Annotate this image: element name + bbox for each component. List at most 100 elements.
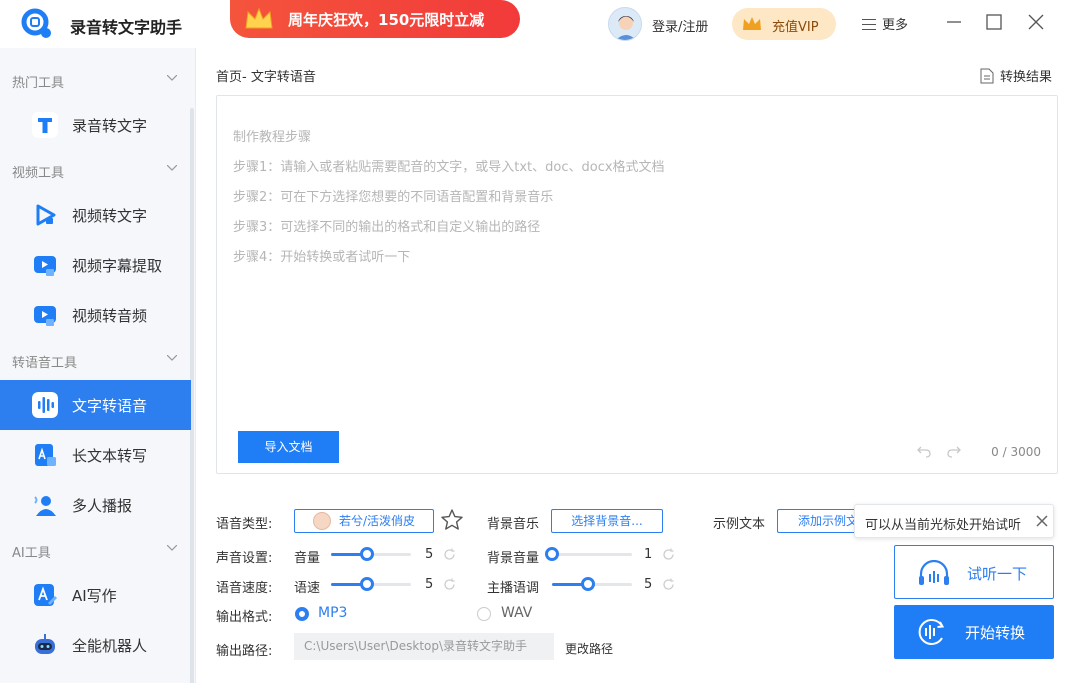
title-bar: 录音转文字助手 周年庆狂欢，150元限时立减 登录/注册 充值VIP 更多 (0, 0, 1069, 48)
chevron-down-icon (167, 75, 177, 81)
close-icon[interactable] (1026, 12, 1046, 32)
sidebar-group-hot[interactable]: 热门工具 (12, 72, 177, 91)
output-format-label: 输出格式: (216, 610, 273, 625)
subtitle-extract-icon (34, 256, 56, 276)
reset-icon[interactable] (662, 578, 675, 591)
promo-banner[interactable]: 周年庆狂欢，150元限时立减 (200, 0, 520, 38)
text-input-area[interactable]: 制作教程步骤 步骤1：请输入或者粘贴需要配音的文字，或导入txt、doc、doc… (216, 95, 1058, 474)
start-convert-button[interactable]: 开始转换 (894, 605, 1054, 659)
mp3-label[interactable]: MP3 (318, 605, 347, 621)
star-favorite-icon[interactable] (440, 508, 464, 532)
user-avatar[interactable] (608, 7, 642, 41)
sidebar-group-label: 视频工具 (12, 166, 65, 181)
chevron-down-icon (167, 545, 177, 551)
change-path-button[interactable]: 更改路径 (565, 640, 613, 657)
slider-handle[interactable] (360, 577, 374, 591)
wav-radio[interactable] (477, 607, 491, 621)
sidebar-item-video-to-text[interactable]: 视频转文字 (0, 190, 191, 240)
mp3-radio[interactable] (295, 607, 309, 621)
voice-avatar-icon (313, 512, 331, 530)
sidebar-item-label: AI写作 (72, 587, 117, 605)
sidebar-group-video[interactable]: 视频工具 (12, 162, 177, 181)
conversion-result-button[interactable]: 转换结果 (980, 66, 1052, 85)
menu-icon (862, 19, 876, 30)
promo-text[interactable]: 周年庆狂欢，150元限时立减 (288, 9, 484, 30)
voice-name: 若兮/活泼俏皮 (339, 514, 416, 528)
tooltip-text: 可以从当前光标处开始试听 (865, 518, 1022, 533)
pitch-slider[interactable] (552, 577, 632, 591)
reset-icon[interactable] (443, 548, 456, 561)
rate-value: 5 (425, 577, 434, 592)
avatar-icon (615, 16, 637, 40)
long-text-icon (35, 444, 56, 466)
vip-button[interactable]: 充值VIP (732, 8, 836, 40)
sidebar-item-label: 视频转文字 (72, 207, 148, 225)
breadcrumb: 首页- 文字转语音 (216, 70, 316, 85)
sidebar-item-text-to-speech[interactable]: 文字转语音 (0, 380, 191, 430)
ai-write-icon (34, 584, 58, 606)
undo-icon[interactable] (917, 444, 931, 458)
video-play-icon (36, 204, 56, 226)
sidebar-item-multi-broadcast[interactable]: 多人播报 (0, 480, 191, 530)
sidebar-item-long-text[interactable]: 长文本转写 (0, 430, 191, 480)
speech-speed-label: 语音速度: (216, 581, 273, 596)
listen-label: 试听一下 (967, 565, 1028, 583)
more-menu-button[interactable]: 更多 (862, 14, 908, 33)
rate-label: 语速 (294, 581, 321, 596)
sample-text-label: 示例文本 (713, 517, 766, 532)
sidebar-group-label: 转语音工具 (12, 356, 78, 371)
document-icon (980, 68, 994, 84)
bg-volume-label: 背景音量 (487, 551, 540, 566)
guide-line: 步骤1：请输入或者粘贴需要配音的文字，或导入txt、doc、docx格式文档 (233, 160, 665, 175)
redo-icon[interactable] (947, 444, 961, 458)
soundwave-icon (32, 392, 58, 418)
output-path-field[interactable]: C:\Users\User\Desktop\录音转文字助手 (294, 633, 554, 660)
sidebar-item-label: 录音转文字 (72, 117, 148, 135)
volume-label: 音量 (294, 551, 321, 566)
bg-volume-value: 1 (644, 547, 653, 562)
headphones-icon (919, 560, 949, 585)
sidebar-item-subtitle-extract[interactable]: 视频字幕提取 (0, 240, 191, 290)
sidebar-item-robot[interactable]: 全能机器人 (0, 620, 191, 670)
text-t-icon (32, 112, 58, 138)
maximize-icon[interactable] (984, 12, 1004, 32)
reset-icon[interactable] (662, 548, 675, 561)
listen-button[interactable]: 试听一下 (894, 545, 1054, 599)
output-path-label: 输出路径: (216, 644, 273, 659)
voice-type-button[interactable]: 若兮/活泼俏皮 (294, 509, 434, 533)
sidebar-item-audio-to-text[interactable]: 录音转文字 (0, 100, 191, 150)
guide-line: 制作教程步骤 (233, 130, 312, 145)
conversion-result-label: 转换结果 (1000, 70, 1053, 85)
add-sample-text-button[interactable]: 添加示例文本 (777, 509, 855, 533)
app-title: 录音转文字助手 (70, 18, 183, 37)
bg-volume-slider[interactable] (545, 547, 632, 561)
sidebar-group-tts[interactable]: 转语音工具 (12, 352, 177, 371)
background-music-label: 背景音乐 (487, 517, 540, 532)
sidebar-item-video-to-audio[interactable]: 视频转音频 (0, 290, 191, 340)
sidebar-group-label: 热门工具 (12, 76, 65, 91)
minimize-icon[interactable] (944, 12, 964, 32)
close-icon[interactable] (1036, 515, 1048, 527)
guide-line: 步骤3：可选择不同的输出的格式和自定义输出的路径 (233, 220, 541, 235)
slider-handle[interactable] (545, 547, 559, 561)
sound-settings-label: 声音设置: (216, 551, 273, 566)
select-bgm-button[interactable]: 选择背景音... (551, 509, 663, 533)
volume-slider[interactable] (331, 547, 411, 561)
pitch-value: 5 (644, 577, 653, 592)
sidebar-item-ai-writing[interactable]: AI写作 (0, 570, 191, 620)
sidebar-item-label: 视频转音频 (72, 307, 148, 325)
import-document-button[interactable]: 导入文档 (238, 431, 339, 463)
reset-icon[interactable] (443, 578, 456, 591)
sidebar-group-ai[interactable]: AI工具 (12, 542, 177, 561)
slider-handle[interactable] (360, 547, 374, 561)
more-label: 更多 (882, 18, 909, 33)
slider-handle[interactable] (581, 577, 595, 591)
rate-slider[interactable] (331, 577, 411, 591)
wav-label[interactable]: WAV (501, 605, 532, 621)
robot-icon (35, 634, 55, 654)
login-register-link[interactable]: 登录/注册 (652, 16, 708, 35)
chevron-down-icon (167, 355, 177, 361)
sidebar-group-label: AI工具 (12, 546, 51, 561)
sidebar: 热门工具 录音转文字 视频工具 视频转文字 视频字幕提取 视频转音频 转语音工具… (0, 48, 196, 683)
guide-line: 步骤4：开始转换或者试听一下 (233, 250, 411, 265)
